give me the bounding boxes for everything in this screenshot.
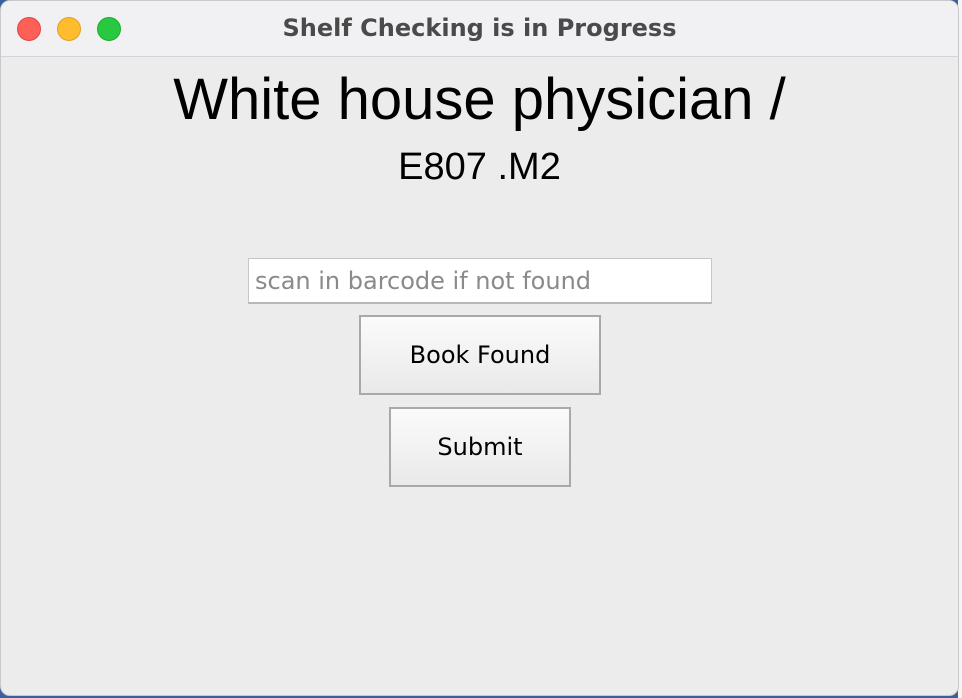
window-title: Shelf Checking is in Progress bbox=[282, 14, 677, 42]
main-content: White house physician / E807 .M2 Book Fo… bbox=[1, 57, 958, 695]
app-window: Shelf Checking is in Progress White hous… bbox=[0, 0, 959, 696]
submit-button[interactable]: Submit bbox=[389, 407, 571, 487]
book-title: White house physician / bbox=[173, 67, 786, 132]
call-number: E807 .M2 bbox=[398, 146, 561, 188]
book-found-button[interactable]: Book Found bbox=[359, 315, 601, 395]
title-bar: Shelf Checking is in Progress bbox=[1, 1, 958, 57]
barcode-input[interactable] bbox=[248, 258, 712, 304]
